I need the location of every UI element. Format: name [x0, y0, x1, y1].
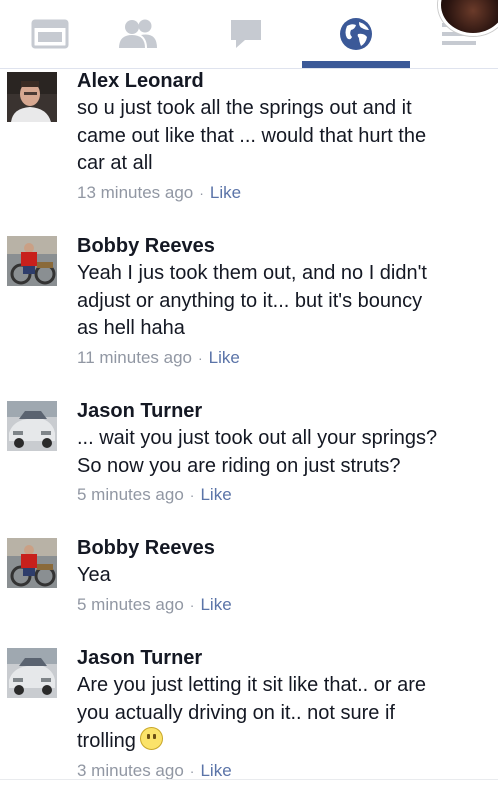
comment-meta: 13 minutes ago · Like — [77, 182, 478, 204]
comment-timestamp[interactable]: 13 minutes ago — [77, 183, 193, 202]
like-link[interactable]: Like — [200, 485, 231, 504]
comment-text: Yea — [77, 564, 111, 586]
comment-text: so u just took all the springs out and i… — [77, 97, 427, 174]
comment-item: Alex Leonard so u just took all the spri… — [0, 69, 498, 204]
comment-author[interactable]: Jason Turner — [77, 399, 478, 423]
avatar[interactable] — [7, 72, 57, 122]
tab-messages[interactable] — [196, 0, 296, 68]
like-link[interactable]: Like — [209, 348, 240, 367]
tab-notifications[interactable] — [302, 0, 410, 68]
meta-separator: · — [199, 184, 204, 201]
comment-timestamp[interactable]: 3 minutes ago — [77, 761, 184, 780]
meta-separator: · — [189, 762, 195, 779]
comment-item: Jason Turner Are you just letting it sit… — [0, 646, 498, 782]
comment-author[interactable]: Bobby Reeves — [77, 536, 478, 560]
top-nav-bar — [0, 0, 498, 69]
comment-text: Yeah I jus took them out, and no I didn'… — [77, 262, 427, 339]
like-link[interactable]: Like — [200, 761, 231, 780]
comment-item: Jason Turner ... wait you just took out … — [0, 399, 498, 506]
tab-friends[interactable] — [88, 0, 188, 68]
comment-item: Bobby Reeves Yeah I jus took them out, a… — [0, 234, 498, 369]
messages-icon — [229, 18, 263, 50]
active-tab-underline — [302, 61, 410, 68]
comment-text: Are you just letting it sit like that.. … — [77, 674, 427, 752]
news-feed-icon — [31, 19, 69, 49]
comment-author[interactable]: Bobby Reeves — [77, 234, 478, 258]
comments-feed: Alex Leonard so u just took all the spri… — [0, 69, 498, 800]
like-link[interactable]: Like — [200, 595, 231, 614]
comment-meta: 5 minutes ago · Like — [77, 484, 478, 506]
comment-meta: 5 minutes ago · Like — [77, 594, 478, 616]
avatar[interactable] — [7, 236, 57, 286]
comment-timestamp[interactable]: 5 minutes ago — [77, 485, 184, 504]
smile-emoji-icon — [139, 727, 163, 750]
avatar[interactable] — [7, 401, 57, 451]
like-link[interactable]: Like — [210, 183, 241, 202]
avatar[interactable] — [7, 538, 57, 588]
comment-text: ... wait you just took out all your spri… — [77, 427, 438, 477]
comment-item: Bobby Reeves Yea 5 minutes ago · Like — [0, 536, 498, 616]
comment-timestamp[interactable]: 11 minutes ago — [77, 348, 192, 367]
comment-meta: 11 minutes ago · Like — [77, 347, 478, 369]
meta-separator: · — [189, 596, 195, 613]
notifications-globe-icon — [338, 16, 374, 52]
bottom-divider — [0, 779, 498, 780]
tab-news-feed[interactable] — [0, 0, 100, 68]
comment-timestamp[interactable]: 5 minutes ago — [77, 595, 184, 614]
avatar[interactable] — [7, 648, 57, 698]
meta-separator: · — [197, 349, 203, 366]
friends-icon — [117, 18, 159, 50]
comment-author[interactable]: Jason Turner — [77, 646, 478, 670]
meta-separator: · — [189, 487, 195, 503]
comment-author[interactable]: Alex Leonard — [77, 69, 478, 93]
